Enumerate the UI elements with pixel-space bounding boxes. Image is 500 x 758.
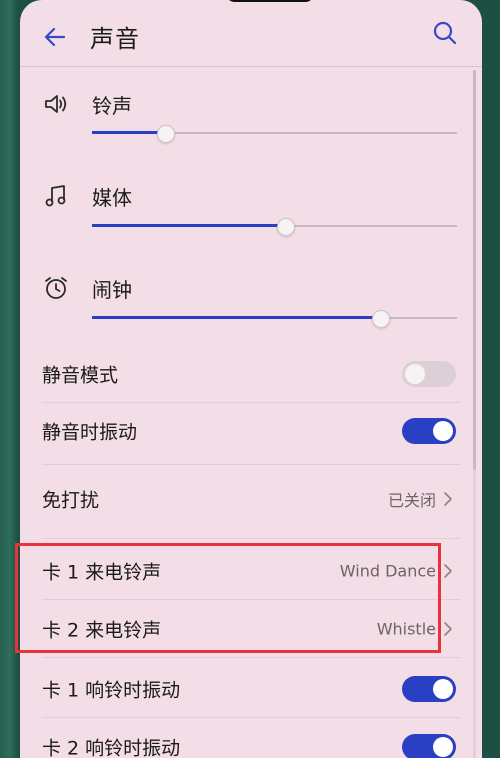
volume-row-media: 媒体	[20, 174, 460, 264]
silent-mode-toggle[interactable]	[402, 361, 456, 387]
toggle-knob	[433, 421, 453, 441]
ringtone-volume-slider[interactable]	[92, 123, 457, 143]
toggle-knob	[433, 679, 453, 699]
slider-fill	[92, 131, 165, 134]
card1-vibrate-label: 卡 1 响铃时振动	[42, 679, 181, 702]
card2-vibrate-row[interactable]: 卡 2 响铃时振动	[20, 718, 464, 758]
chevron-right-icon	[444, 564, 452, 578]
chevron-right-icon	[444, 622, 452, 636]
volume-label-media: 媒体	[92, 186, 132, 210]
volume-label-alarm: 闹钟	[92, 278, 132, 302]
slider-thumb[interactable]	[372, 310, 391, 328]
back-button[interactable]	[38, 20, 72, 54]
row-divider	[42, 464, 460, 465]
settings-screen: 声音 铃声 媒体 闹钟 静音模式 静音时振动 免打扰 已关闭 卡 1 来电铃声 …	[20, 0, 482, 758]
header-divider	[20, 66, 482, 67]
row-divider	[42, 657, 460, 658]
slider-thumb[interactable]	[277, 218, 296, 236]
dnd-label: 免打扰	[42, 489, 100, 512]
slider-fill	[92, 316, 381, 319]
row-divider	[42, 538, 460, 539]
card1-ringtone-row[interactable]: 卡 1 来电铃声 Wind Dance	[20, 542, 464, 600]
vibrate-silent-label: 静音时振动	[42, 421, 138, 444]
silent-mode-row[interactable]: 静音模式	[20, 345, 464, 403]
media-volume-slider[interactable]	[92, 216, 457, 236]
silent-mode-label: 静音模式	[42, 364, 119, 387]
page-title: 声音	[90, 25, 140, 53]
card2-ringtone-label: 卡 2 来电铃声	[42, 619, 162, 642]
vibrate-silent-row[interactable]: 静音时振动	[20, 402, 464, 460]
scrollbar-thumb[interactable]	[473, 70, 476, 470]
alarm-clock-icon	[42, 274, 70, 302]
card2-ringtone-row[interactable]: 卡 2 来电铃声 Whistle	[20, 600, 464, 658]
card2-ringtone-value: Whistle	[376, 619, 436, 639]
speaker-icon	[42, 90, 70, 118]
card1-vibrate-row[interactable]: 卡 1 响铃时振动	[20, 660, 464, 718]
alarm-volume-slider[interactable]	[92, 308, 457, 328]
card2-vibrate-toggle[interactable]	[402, 734, 456, 758]
vibrate-silent-toggle[interactable]	[402, 418, 456, 444]
chevron-right-icon	[444, 492, 452, 506]
card1-ringtone-label: 卡 1 来电铃声	[42, 561, 162, 584]
volume-label-ringtone: 铃声	[92, 94, 132, 118]
music-note-icon	[42, 182, 70, 210]
card1-vibrate-toggle[interactable]	[402, 676, 456, 702]
search-icon	[433, 21, 457, 45]
toggle-knob	[405, 364, 425, 384]
toggle-knob	[433, 737, 453, 757]
slider-thumb[interactable]	[157, 125, 175, 143]
slider-fill	[92, 224, 286, 227]
do-not-disturb-row[interactable]: 免打扰 已关闭	[20, 470, 464, 528]
arrow-left-icon	[44, 27, 66, 47]
card2-vibrate-label: 卡 2 响铃时振动	[42, 737, 181, 758]
search-button[interactable]	[428, 16, 462, 50]
app-bar: 声音	[20, 0, 482, 72]
dnd-value: 已关闭	[387, 491, 436, 510]
card1-ringtone-value: Wind Dance	[339, 561, 436, 581]
volume-row-ringtone: 铃声	[20, 82, 460, 172]
